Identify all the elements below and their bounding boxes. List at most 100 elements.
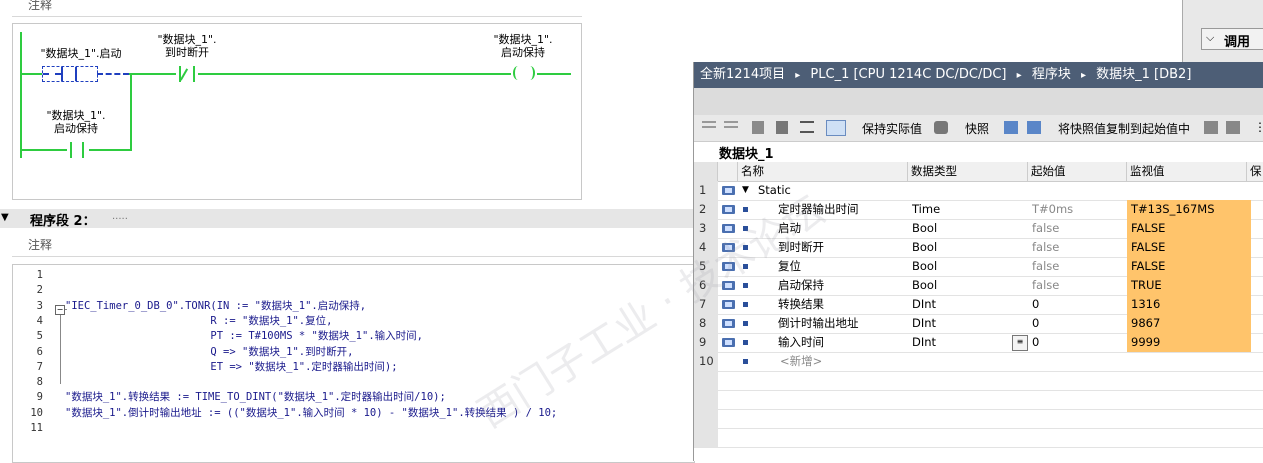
code-line[interactable]: 7 ET => "数据块_1".定时器输出时间);: [13, 360, 398, 375]
line-number: 2: [36, 284, 43, 297]
table-row[interactable]: 9 输入时间 DInt 0 9999 ≡: [694, 333, 1263, 353]
code-text[interactable]: "数据块_1".转换结果 := TIME_TO_DINT("数据块_1".定时器…: [65, 391, 446, 403]
copy-snapshot-button[interactable]: 将快照值复制到起始值中: [1058, 120, 1190, 137]
code-line[interactable]: 8: [13, 375, 65, 390]
load-start-icon[interactable]: [1204, 121, 1218, 134]
scl-code-editor[interactable]: − 1 2 3 "IEC_Timer_0_DB_0".TONR(IN := "数据块_…: [12, 264, 695, 463]
row-name[interactable]: 倒计时输出地址: [778, 314, 908, 333]
code-text[interactable]: PT := T#100MS * "数据块_1".输入时间,: [65, 330, 423, 342]
row-name[interactable]: 转换结果: [778, 295, 908, 314]
segment-2-title-suffix[interactable]: .....: [112, 211, 128, 222]
header-retain[interactable]: 保: [1247, 162, 1263, 181]
row-type[interactable]: Bool: [912, 219, 1022, 238]
edit-value-icon[interactable]: ≡: [1012, 335, 1028, 351]
row-name[interactable]: 启动: [778, 219, 908, 238]
header-type[interactable]: 数据类型: [908, 162, 1028, 181]
row-start[interactable]: false: [1032, 238, 1126, 257]
row-start[interactable]: false: [1032, 219, 1126, 238]
row-type[interactable]: DInt: [912, 295, 1022, 314]
segment-2-header[interactable]: ▼ 程序段 2： .....: [0, 209, 693, 229]
load-actual-icon[interactable]: [1226, 121, 1240, 134]
row-type[interactable]: Bool: [912, 257, 1022, 276]
snapshot-load-icon[interactable]: [1027, 121, 1041, 134]
contact-stop-nc[interactable]: [176, 66, 198, 82]
row-name[interactable]: 定时器输出时间: [778, 200, 908, 219]
code-line[interactable]: 5 PT := T#100MS * "数据块_1".输入时间,: [13, 329, 423, 344]
code-line[interactable]: 6 Q => "数据块_1".到时断开,: [13, 345, 354, 360]
collapse-triangle-icon[interactable]: ▼: [1, 212, 9, 223]
contact-branch-hold[interactable]: [67, 142, 89, 158]
reset-icon[interactable]: [752, 121, 764, 134]
row-name[interactable]: <新增>: [780, 352, 910, 371]
header-name[interactable]: 名称: [738, 162, 908, 181]
row-type[interactable]: [912, 181, 1022, 200]
row-start[interactable]: T#0ms: [1032, 200, 1126, 219]
row-name[interactable]: Static: [758, 181, 898, 200]
header-monitor[interactable]: 监视值: [1127, 162, 1247, 181]
toolbar-overflow[interactable]: ⋮: [1254, 120, 1263, 134]
table-row[interactable]: 1 ▼ Static: [694, 181, 1263, 201]
header-start[interactable]: 起始值: [1028, 162, 1127, 181]
table-row[interactable]: 6 启动保持 Bool false TRUE: [694, 276, 1263, 296]
coil-start-hold[interactable]: [511, 66, 537, 82]
edit-icon[interactable]: [776, 121, 788, 134]
code-text[interactable]: "IEC_Timer_0_DB_0".TONR(IN := "数据块_1".启动…: [65, 300, 366, 312]
row-number: 6: [694, 276, 718, 295]
breadcrumb-item-plc[interactable]: PLC_1 [CPU 1214C DC/DC/DC]: [810, 67, 1006, 82]
row-start[interactable]: [1032, 352, 1126, 371]
snapshot-copy-icon[interactable]: [1004, 121, 1018, 134]
code-line[interactable]: 2: [13, 283, 65, 298]
row-number: [694, 428, 718, 447]
row-name[interactable]: 复位: [778, 257, 908, 276]
row-start[interactable]: false: [1032, 276, 1126, 295]
table-row[interactable]: 4 到时断开 Bool false FALSE: [694, 238, 1263, 258]
database-icon[interactable]: [934, 121, 948, 134]
monitor-glasses-icon[interactable]: [826, 120, 846, 136]
add-row-icon[interactable]: [724, 121, 738, 134]
row-name[interactable]: 输入时间: [778, 333, 908, 352]
row-type[interactable]: Bool: [912, 276, 1022, 295]
table-row[interactable]: 10 <新增>: [694, 352, 1263, 372]
row-start[interactable]: false: [1032, 257, 1126, 276]
row-type[interactable]: [912, 352, 1022, 371]
table-row[interactable]: 7 转换结果 DInt 0 1316: [694, 295, 1263, 315]
code-text[interactable]: R := "数据块_1".复位,: [65, 315, 332, 327]
call-dropdown[interactable]: ⌵ 调用: [1201, 28, 1263, 50]
table-row[interactable]: 3 启动 Bool false FALSE: [694, 219, 1263, 239]
contact-start[interactable]: [42, 66, 98, 82]
row-type[interactable]: DInt: [912, 314, 1022, 333]
code-line[interactable]: 4 R := "数据块_1".复位,: [13, 314, 333, 329]
row-name[interactable]: 启动保持: [778, 276, 908, 295]
code-line[interactable]: 11: [13, 421, 65, 436]
row-start[interactable]: 0: [1032, 295, 1126, 314]
code-text[interactable]: Q => "数据块_1".到时断开,: [65, 346, 353, 358]
code-line[interactable]: 9 "数据块_1".转换结果 := TIME_TO_DINT("数据块_1".定时…: [13, 390, 446, 405]
list-icon[interactable]: [800, 121, 814, 133]
expand-triangle-icon[interactable]: ▼: [742, 181, 754, 200]
row-type[interactable]: Bool: [912, 238, 1022, 257]
table-row[interactable]: 8 倒计时输出地址 DInt 0 9867: [694, 314, 1263, 334]
row-type[interactable]: Time: [912, 200, 1022, 219]
code-text[interactable]: ET => "数据块_1".定时器输出时间);: [65, 361, 397, 373]
snapshot-button[interactable]: 快照: [965, 120, 989, 137]
table-row[interactable]: 2 定时器输出时间 Time T#0ms T#13S_167MS: [694, 200, 1263, 220]
breadcrumb-item-blocks[interactable]: 程序块: [1032, 67, 1071, 82]
insert-row-icon[interactable]: [702, 121, 716, 134]
breadcrumb-item-project[interactable]: 全新1214项目: [700, 67, 785, 82]
code-line[interactable]: 1: [13, 268, 65, 283]
ladder-network-1[interactable]: "数据块_1".启动 "数据块_1". 到时断开 "数据块_1". 启动保持 "…: [12, 23, 582, 200]
db-interface-icon: [722, 205, 735, 214]
keep-actual-button[interactable]: 保持实际值: [862, 120, 922, 137]
contact-bar-right: [75, 67, 77, 81]
breadcrumb-item-db[interactable]: 数据块_1 [DB2]: [1096, 67, 1191, 82]
row-name[interactable]: 到时断开: [778, 238, 908, 257]
row-start[interactable]: 0: [1032, 314, 1126, 333]
code-text[interactable]: "数据块_1".倒计时输出地址 := (("数据块_1".输入时间 * 10) …: [65, 407, 557, 419]
row-start[interactable]: [1032, 181, 1126, 200]
db-editor-window[interactable]: 全新1214项目 ▸ PLC_1 [CPU 1214C DC/DC/DC] ▸ …: [693, 62, 1263, 461]
row-type[interactable]: DInt: [912, 333, 1022, 352]
code-line[interactable]: 10 "数据块_1".倒计时输出地址 := (("数据块_1".输入时间 * 10…: [13, 406, 557, 421]
code-line[interactable]: 3 "IEC_Timer_0_DB_0".TONR(IN := "数据块_1".启…: [13, 299, 366, 314]
row-start[interactable]: 0: [1032, 333, 1126, 352]
table-row[interactable]: 5 复位 Bool false FALSE: [694, 257, 1263, 277]
